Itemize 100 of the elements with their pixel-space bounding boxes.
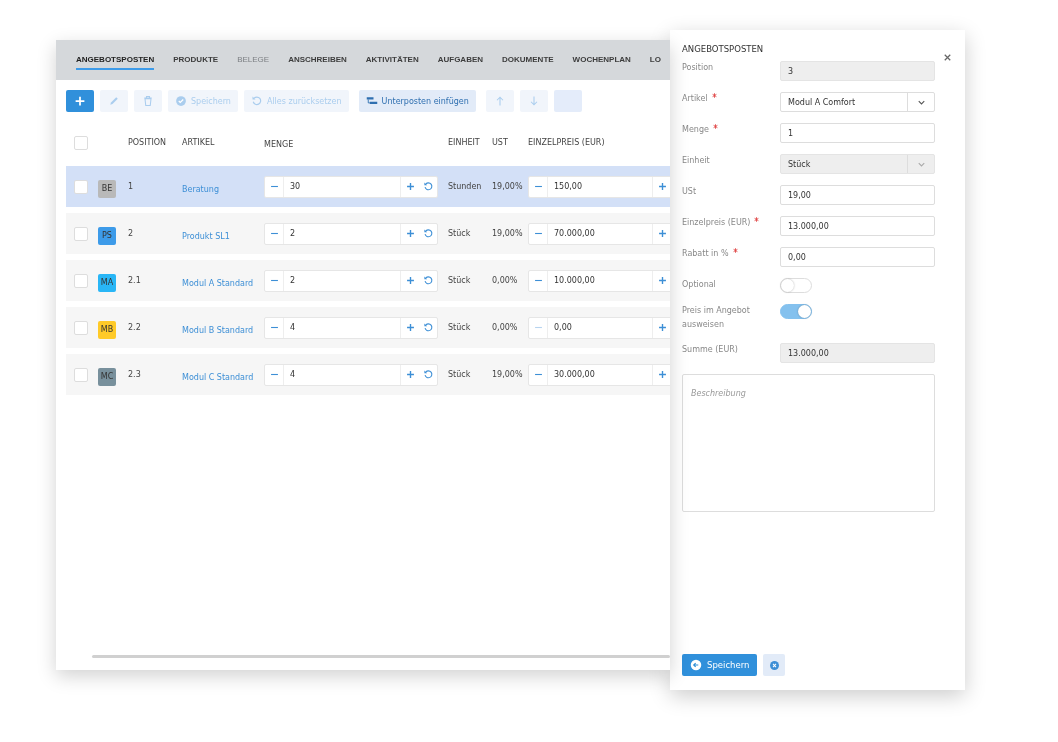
item-badge: PS	[98, 226, 116, 245]
table-cell-text: Stunden	[448, 182, 483, 191]
input-field[interactable]: 0,00	[547, 317, 653, 338]
tab[interactable]: AKTIVITÄTEN	[365, 50, 419, 70]
table-cell-text: 2	[128, 229, 135, 238]
table-cell-text: 2.3	[128, 370, 142, 379]
required-asterisk-icon	[712, 124, 718, 129]
close-circle-icon	[768, 659, 780, 671]
tab[interactable]: LO	[649, 50, 661, 70]
quantity-stepper[interactable]: 2	[264, 269, 438, 292]
plus-icon	[656, 369, 668, 380]
checkbox[interactable]	[74, 273, 88, 288]
field-label: Summe (EUR)	[682, 345, 738, 354]
required-asterisk-icon	[711, 93, 717, 98]
tab[interactable]: PRODUKTE	[173, 50, 219, 70]
tab[interactable]: ANGEBOTSPOSTEN	[76, 50, 155, 70]
plus-icon	[404, 181, 416, 192]
table-cell-text: Stück	[448, 323, 472, 332]
input-field[interactable]: 19,00	[780, 185, 935, 205]
price-stepper[interactable]: 70.000,00	[528, 222, 670, 245]
tab[interactable]: AUFGABEN	[437, 50, 484, 70]
dropdown[interactable]: Stück	[780, 154, 935, 174]
input-field[interactable]: 2	[283, 270, 401, 291]
input-field[interactable]: 30	[283, 176, 401, 197]
reset-icon	[422, 275, 434, 286]
price-stepper[interactable]: 30.000,00	[528, 363, 670, 386]
required-asterisk-icon	[732, 248, 738, 253]
price-stepper[interactable]: 10.000,00	[528, 269, 670, 292]
table-cell-text: 19,00%	[492, 229, 524, 238]
field-label: USt	[682, 187, 697, 196]
quantity-stepper[interactable]: 4	[264, 316, 438, 339]
tab[interactable]: ANSCHREIBEN	[288, 50, 347, 70]
checkbox[interactable]	[74, 367, 88, 382]
check-circle-icon	[175, 95, 187, 107]
add-button[interactable]	[66, 90, 94, 112]
dropdown[interactable]: Modul A Comfort	[780, 92, 935, 112]
input-field[interactable]: 2	[283, 223, 401, 244]
price-stepper[interactable]: 0,00	[528, 316, 670, 339]
input-field[interactable]: 13.000,00	[780, 216, 935, 236]
reset-icon	[422, 228, 434, 239]
insert-subitem-button[interactable]: Unterposten einfügen	[358, 90, 476, 112]
close-icon	[942, 52, 953, 63]
input-field[interactable]: 150,00	[547, 176, 653, 197]
field-label: Einzelpreis (EUR)	[682, 218, 751, 227]
reset-icon	[250, 95, 263, 107]
required-asterisk-icon	[754, 217, 760, 222]
checkbox[interactable]	[74, 179, 88, 194]
quantity-stepper[interactable]: 30	[264, 175, 438, 198]
table-row[interactable]: PS 2 Produkt SL1 2 Stück 19,00% 70.000,00	[66, 213, 670, 254]
field-label: Artikel	[682, 94, 708, 103]
table-row[interactable]: MB 2.2 Modul B Standard 4 Stück 0,00% 0,00	[66, 307, 670, 348]
reset-icon	[422, 369, 434, 380]
reset-icon	[422, 322, 434, 333]
tab[interactable]: WOCHENPLAN	[572, 50, 631, 70]
table-cell-text: Stück	[448, 229, 472, 238]
field-label: Menge	[682, 125, 709, 134]
input-field[interactable]: 4	[283, 364, 401, 385]
panel-title: ANGEBOTSPOSTEN	[682, 44, 764, 54]
indent-rows-icon	[365, 95, 378, 107]
scrollbar[interactable]	[92, 655, 670, 658]
plus-icon	[404, 322, 416, 333]
tab[interactable]: DOKUMENTE	[502, 50, 554, 70]
close-button[interactable]	[942, 52, 953, 63]
price-stepper[interactable]: 150,00	[528, 175, 670, 198]
pencil-icon	[108, 95, 120, 107]
quantity-stepper[interactable]: 2	[264, 222, 438, 245]
input-field[interactable]: 30.000,00	[547, 364, 653, 385]
cancel-button[interactable]	[763, 654, 786, 676]
input-field[interactable]: 70.000,00	[547, 223, 653, 244]
input-field[interactable]: 10.000,00	[547, 270, 653, 291]
table-row[interactable]: MA 2.1 Modul A Standard 2 Stück 0,00% 10.000,00	[66, 260, 670, 301]
plus-icon	[656, 275, 668, 286]
field-label: Rabatt in %	[682, 249, 729, 258]
table-cell-text: 0,00%	[492, 323, 519, 332]
field-label: Einheit	[682, 156, 710, 165]
toggle-switch[interactable]	[780, 304, 812, 319]
arrow-left-circle-icon	[690, 659, 702, 671]
table-cell-text: 19,00%	[492, 182, 524, 191]
plus-icon	[656, 228, 668, 239]
input-field[interactable]: 0,00	[780, 247, 935, 267]
checkbox[interactable]	[74, 226, 88, 241]
checkbox[interactable]	[74, 136, 88, 150]
table-row[interactable]: BE 1 Beratung 30 Stunden 19,00% 150,00	[66, 166, 670, 207]
toggle-switch[interactable]	[780, 278, 812, 293]
table-row[interactable]: MC 2.3 Modul C Standard 4 Stück 19,00% 30.000,00	[66, 354, 670, 395]
quantity-stepper[interactable]: 4	[264, 363, 438, 386]
checkbox[interactable]	[74, 320, 88, 335]
trash-icon	[142, 95, 154, 107]
plus-icon	[404, 369, 416, 380]
column-header: ARTIKEL	[182, 137, 216, 147]
plus-icon	[656, 322, 668, 333]
plus-icon	[73, 94, 87, 108]
input-field[interactable]: 4	[283, 317, 401, 338]
table-cell-text: 1	[128, 182, 135, 191]
item-badge: BE	[98, 179, 116, 198]
table-cell-text: Stück	[448, 370, 472, 379]
input-field[interactable]: 1	[780, 123, 935, 143]
table-cell-text: 19,00%	[492, 370, 524, 379]
readonly-field: 13.000,00	[780, 343, 935, 363]
plus-icon	[404, 275, 416, 286]
